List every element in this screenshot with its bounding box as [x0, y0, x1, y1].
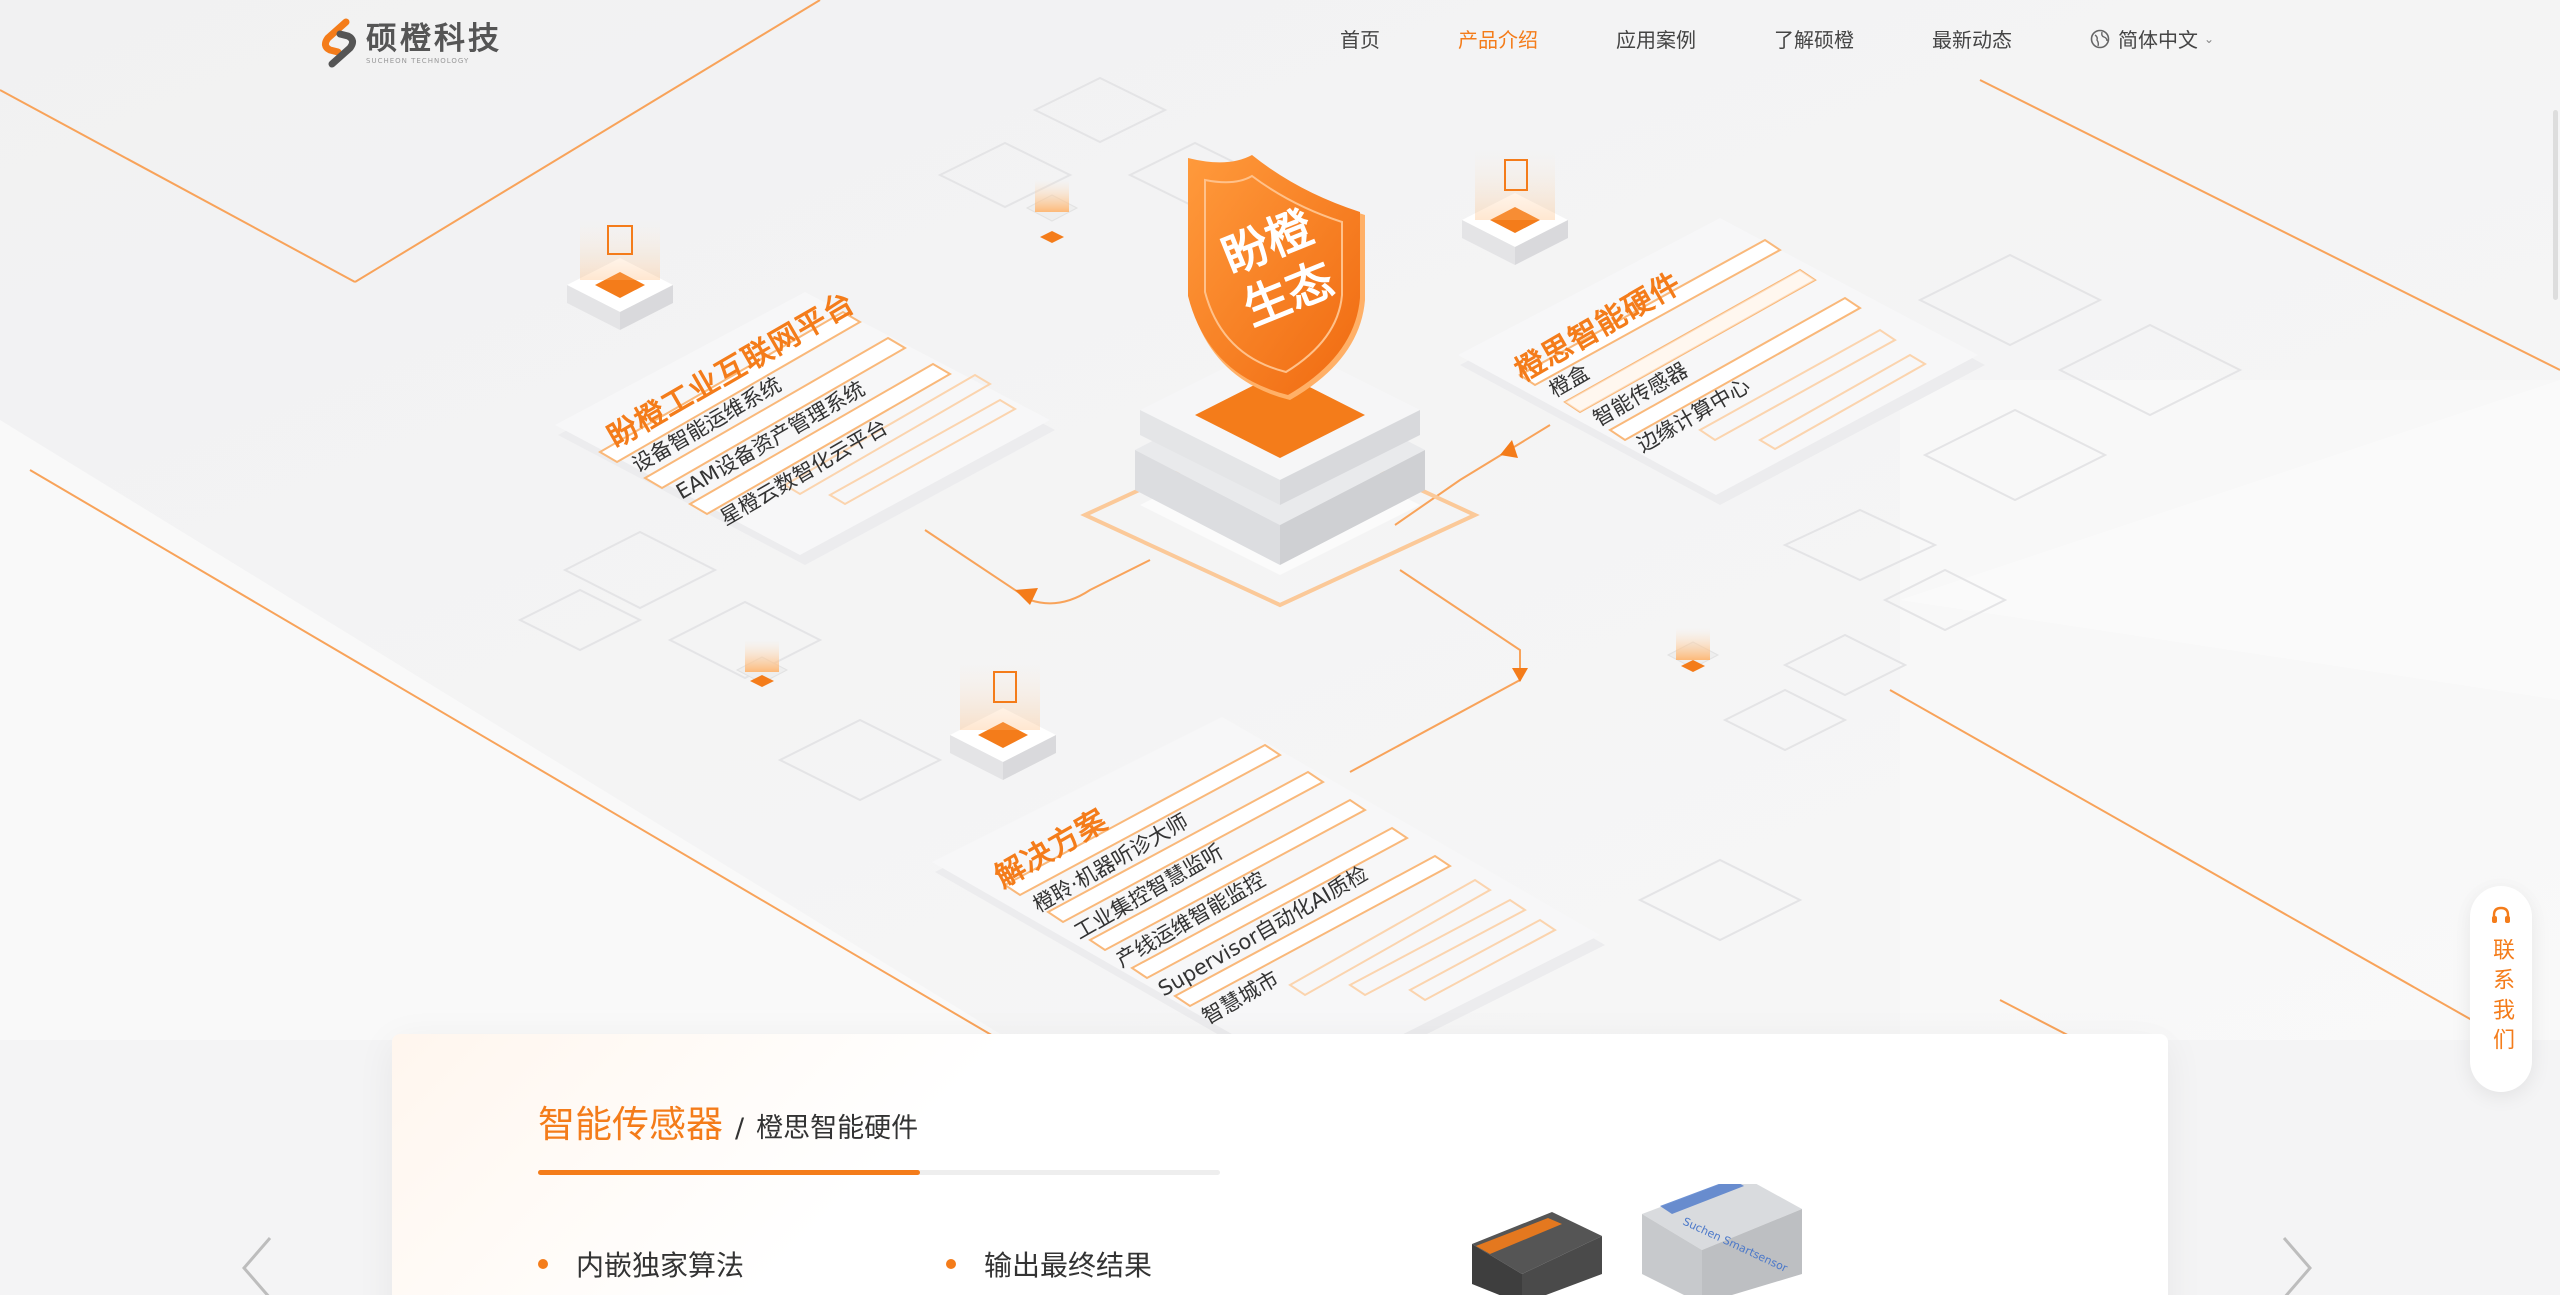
- chevron-down-icon: ⌄: [2204, 31, 2215, 46]
- product-card: 智能传感器 / 橙思智能硬件 内嵌独家算法 输出最终结果 Suchen Smar…: [392, 1034, 2168, 1295]
- main-nav: 首页 产品介绍 应用案例 了解硕橙 最新动态 简体中文 ⌄: [1340, 24, 2214, 53]
- sensor-device-image: Suchen Smartsensor: [1472, 1184, 1802, 1295]
- contact-us-button[interactable]: 联系我们: [2470, 886, 2532, 1092]
- title-separator: /: [735, 1113, 745, 1144]
- progress-fill: [538, 1170, 920, 1175]
- globe-icon: [2090, 29, 2110, 48]
- bullet-dot: [946, 1259, 956, 1269]
- language-selector[interactable]: 简体中文 ⌄: [2090, 24, 2214, 53]
- nav-cases[interactable]: 应用案例: [1616, 24, 1696, 53]
- nav-products[interactable]: 产品介绍: [1458, 24, 1538, 53]
- feature-item: 输出最终结果: [946, 1244, 1152, 1284]
- headset-icon: [2492, 906, 2510, 923]
- brand-name: 硕橙科技: [366, 20, 502, 57]
- brand-logo[interactable]: 硕橙科技 SUCHEON TECHNOLOGY: [318, 18, 502, 68]
- site-header: 硕橙科技 SUCHEON TECHNOLOGY 首页 产品介绍 应用案例 了解硕…: [0, 0, 2560, 90]
- nav-home[interactable]: 首页: [1340, 24, 1380, 53]
- page-scrollbar[interactable]: [2553, 110, 2558, 300]
- prev-arrow-icon[interactable]: [234, 1232, 284, 1295]
- language-label: 简体中文: [2118, 28, 2198, 52]
- product-title: 智能传感器: [538, 1103, 723, 1146]
- nav-news[interactable]: 最新动态: [1932, 24, 2012, 53]
- logo-mark-icon: [318, 18, 360, 68]
- product-category: 橙思智能硬件: [756, 1113, 919, 1144]
- feature-label: 输出最终结果: [984, 1249, 1153, 1282]
- product-progress-bar: [538, 1170, 1220, 1175]
- product-heading: 智能传感器 / 橙思智能硬件: [538, 1094, 918, 1148]
- feature-item: 内嵌独家算法: [538, 1244, 744, 1284]
- diagram-graphics: [0, 0, 2560, 1291]
- bullet-dot: [538, 1259, 548, 1269]
- brand-tagline: SUCHEON TECHNOLOGY: [366, 56, 470, 65]
- nav-about[interactable]: 了解硕橙: [1774, 24, 1854, 53]
- feature-label: 内嵌独家算法: [576, 1249, 745, 1282]
- contact-label: 联系我们: [2489, 938, 2514, 1058]
- ecosystem-diagram: 盼橙 生态 盼橙工业互联网平台 设备智能运维系统 EAM设备资产管理系统 星橙云…: [0, 0, 2560, 1291]
- next-arrow-icon[interactable]: [2270, 1232, 2320, 1295]
